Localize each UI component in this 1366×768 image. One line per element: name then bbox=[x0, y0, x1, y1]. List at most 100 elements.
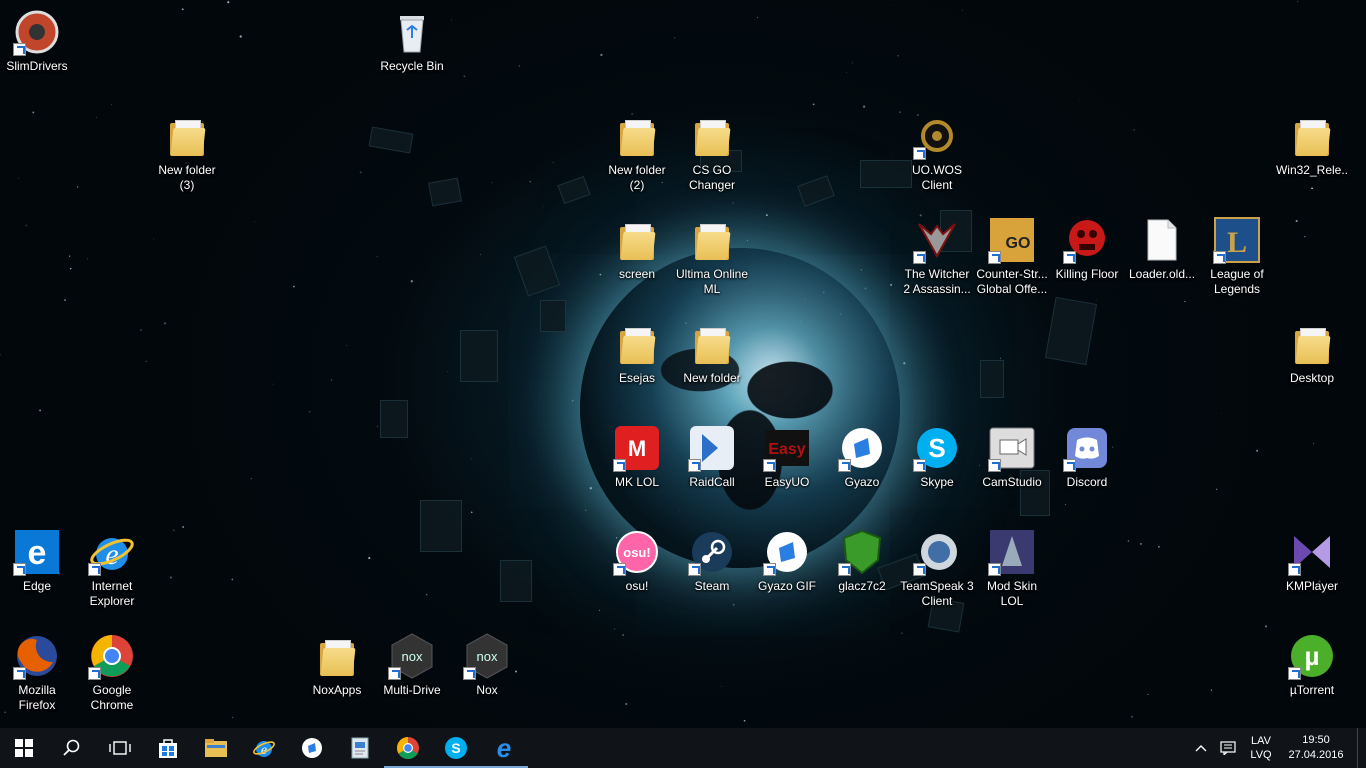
desktop-icon-discord[interactable]: Discord bbox=[1050, 420, 1124, 520]
star bbox=[254, 220, 255, 222]
icon-image: L bbox=[1213, 216, 1261, 264]
show-desktop-button[interactable] bbox=[1357, 728, 1366, 768]
input-language-indicator[interactable]: LAV LVQ bbox=[1243, 734, 1279, 762]
desktop-icon-screen[interactable]: screen bbox=[600, 212, 674, 312]
star bbox=[463, 75, 466, 78]
taskbar-button-edge[interactable]: e bbox=[480, 728, 528, 768]
desktop-icon-win32-release[interactable]: Win32_Rele... bbox=[1275, 108, 1349, 208]
taskbar-button-start[interactable] bbox=[0, 728, 48, 768]
desktop-icon-gyazo[interactable]: Gyazo bbox=[825, 420, 899, 520]
desktop-icon-label: µTorrent bbox=[1289, 683, 1335, 697]
desktop-icon-mk-lol[interactable]: M MK LOL bbox=[600, 420, 674, 520]
desktop-icon-label: New folder (2) bbox=[608, 163, 666, 192]
star bbox=[76, 186, 79, 188]
shortcut-arrow-icon bbox=[988, 251, 1001, 264]
desktop-icon-new-folder[interactable]: New folder bbox=[675, 316, 749, 416]
desktop-icon-edge[interactable]: e Edge bbox=[0, 524, 74, 624]
star bbox=[447, 371, 449, 372]
svg-text:S: S bbox=[451, 740, 460, 756]
desktop-icon-kmplayer[interactable]: KMPlayer bbox=[1275, 524, 1349, 624]
desktop-icon-label: EasyUO bbox=[764, 475, 810, 489]
desktop-icon-internet-explorer[interactable]: e Internet Explorer bbox=[75, 524, 149, 624]
star bbox=[308, 410, 311, 413]
desktop-icon-recycle-bin[interactable]: Recycle Bin bbox=[375, 4, 449, 104]
star bbox=[230, 26, 231, 28]
icon-image bbox=[1288, 320, 1336, 368]
folder-icon bbox=[1295, 120, 1331, 156]
desktop-icon-mod-skin-lol[interactable]: Mod Skin LOL bbox=[975, 524, 1049, 624]
desktop-icon-camstudio[interactable]: CamStudio bbox=[975, 420, 1049, 520]
desktop-icon-firefox[interactable]: Mozilla Firefox bbox=[0, 628, 74, 728]
clock-date: 27.04.2016 bbox=[1288, 749, 1344, 761]
taskbar-button-internet-explorer[interactable]: e bbox=[240, 728, 288, 768]
star bbox=[410, 280, 413, 283]
taskbar-button-unknown-app[interactable] bbox=[336, 728, 384, 768]
desktop-icon-esejas[interactable]: Esejas bbox=[600, 316, 674, 416]
desktop-icon-new-folder-2[interactable]: New folder (2) bbox=[600, 108, 674, 208]
desktop-icon-counter-strike[interactable]: GO Counter-Str... Global Offe... bbox=[975, 212, 1049, 312]
shortcut-arrow-icon bbox=[913, 459, 926, 472]
desktop-icon-raidcall[interactable]: RaidCall bbox=[675, 420, 749, 520]
star bbox=[359, 171, 362, 174]
desktop-icon-skype[interactable]: S Skype bbox=[900, 420, 974, 520]
star bbox=[470, 511, 473, 514]
desktop-icon-nox[interactable]: nox Nox bbox=[450, 628, 524, 728]
star bbox=[227, 1, 230, 4]
star bbox=[862, 105, 866, 108]
icon-image bbox=[988, 528, 1036, 576]
icon-image: e bbox=[88, 528, 136, 576]
desktop-icon-cs-go-changer[interactable]: CS GO Changer bbox=[675, 108, 749, 208]
desktop-icon-teamspeak-3[interactable]: TeamSpeak 3 Client bbox=[900, 524, 974, 624]
taskbar-button-skype[interactable]: S bbox=[432, 728, 480, 768]
wallpaper-shard bbox=[540, 300, 566, 332]
wallpaper-shard bbox=[460, 330, 498, 382]
desktop-icon-gyazo-gif[interactable]: Gyazo GIF bbox=[750, 524, 824, 624]
desktop-icon-multi-drive[interactable]: nox Multi-Drive bbox=[375, 628, 449, 728]
icon-image bbox=[1138, 216, 1186, 264]
tray-overflow-chevron-icon[interactable] bbox=[1189, 728, 1213, 768]
wallpaper-shard bbox=[428, 177, 462, 207]
desktop-icon-league-of-legends[interactable]: L League of Legends bbox=[1200, 212, 1274, 312]
desktop-icon-utorrent[interactable]: µ µTorrent bbox=[1275, 628, 1349, 728]
folder-icon bbox=[320, 640, 356, 676]
star bbox=[153, 238, 155, 240]
star bbox=[961, 10, 963, 12]
desktop[interactable]: SlimDrivers Recycle Bin New folder (3) New … bbox=[0, 0, 1366, 728]
desktop-icon-ultima-online-ml[interactable]: Ultima Online ML bbox=[675, 212, 749, 312]
desktop-icon-slimdrivers[interactable]: SlimDrivers bbox=[0, 4, 74, 104]
star bbox=[756, 16, 759, 19]
desktop-icon-uo-wos-client[interactable]: UO.WOS Client bbox=[900, 108, 974, 208]
shortcut-arrow-icon bbox=[13, 667, 26, 680]
desktop-icon-desktop-folder[interactable]: Desktop bbox=[1275, 316, 1349, 416]
star bbox=[1139, 542, 1142, 545]
desktop-icon-chrome[interactable]: Google Chrome bbox=[75, 628, 149, 728]
star bbox=[518, 65, 521, 67]
taskbar: e Se LAV LVQ 19:50 27.04.2016 bbox=[0, 728, 1366, 768]
taskbar-button-store[interactable] bbox=[144, 728, 192, 768]
desktop-icon-loader-old[interactable]: Loader.old... bbox=[1125, 212, 1199, 312]
desktop-icon-steam[interactable]: Steam bbox=[675, 524, 749, 624]
taskbar-button-chrome[interactable] bbox=[384, 728, 432, 768]
desktop-icon-noxapps[interactable]: NoxApps bbox=[300, 628, 374, 728]
desktop-icon-label: Recycle Bin bbox=[380, 59, 444, 73]
icon-image bbox=[13, 8, 61, 56]
taskbar-button-task-view[interactable] bbox=[96, 728, 144, 768]
desktop-icon-witcher-2[interactable]: The Witcher 2 Assassin... bbox=[900, 212, 974, 312]
desktop-icon-label: MK LOL bbox=[614, 475, 659, 489]
desktop-icon-easyuo[interactable]: Easy EasyUO bbox=[750, 420, 824, 520]
desktop-icon-new-folder-3[interactable]: New folder (3) bbox=[150, 108, 224, 208]
star bbox=[846, 72, 847, 73]
desktop-icon-glacz7c2[interactable]: glacz7c2 bbox=[825, 524, 899, 624]
folder-icon bbox=[620, 120, 656, 156]
shortcut-arrow-icon bbox=[613, 459, 626, 472]
desktop-icon-osu[interactable]: osu! osu! bbox=[600, 524, 674, 624]
taskbar-button-search[interactable] bbox=[48, 728, 96, 768]
icon-image bbox=[688, 528, 736, 576]
desktop-icon-label: NoxApps bbox=[312, 683, 362, 697]
desktop-icon-killing-floor[interactable]: Killing Floor bbox=[1050, 212, 1124, 312]
action-center-icon[interactable] bbox=[1213, 728, 1243, 768]
tray-clock[interactable]: 19:50 27.04.2016 bbox=[1279, 733, 1353, 763]
taskbar-button-gyazo[interactable] bbox=[288, 728, 336, 768]
folder-icon bbox=[620, 224, 656, 260]
taskbar-button-file-explorer[interactable] bbox=[192, 728, 240, 768]
